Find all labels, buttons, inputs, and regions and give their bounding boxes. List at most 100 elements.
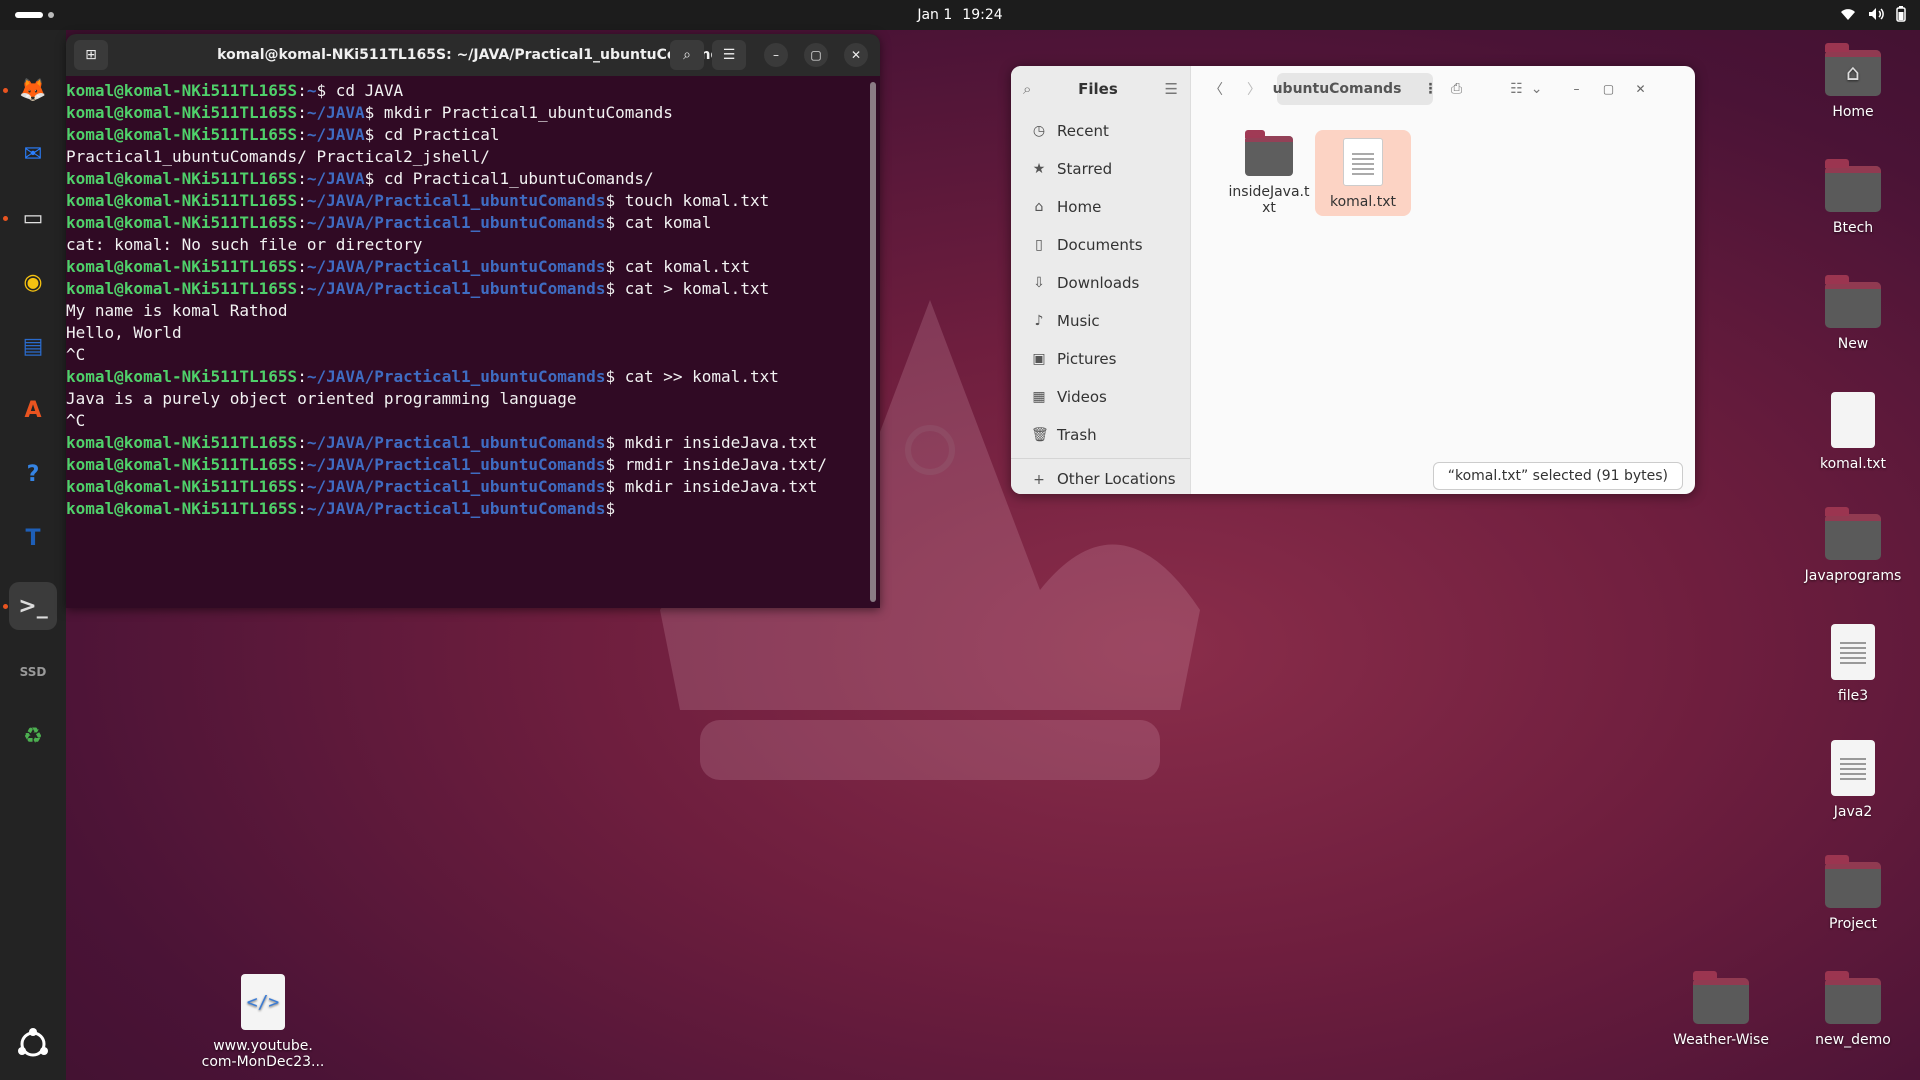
terminal-minimize-button[interactable]: – bbox=[764, 43, 788, 67]
desktop-item-komal-txt[interactable]: komal.txt bbox=[1798, 388, 1908, 472]
terminal-command-line: komal@komal-NKi511TL165S:~/JAVA/Practica… bbox=[66, 279, 770, 298]
files-app-title: Files bbox=[1078, 80, 1118, 98]
close-icon: ✕ bbox=[850, 48, 862, 62]
ssd-drive-icon[interactable]: SSD bbox=[9, 648, 57, 696]
sidebar-item-trash[interactable]: 🗑 Trash bbox=[1011, 416, 1190, 454]
terminal-icon[interactable]: >_ bbox=[9, 582, 57, 630]
help-icon[interactable]: ? bbox=[9, 450, 57, 498]
search-icon[interactable]: ⌕ bbox=[1023, 80, 1031, 98]
maximize-icon: ▢ bbox=[810, 48, 822, 62]
command-text: $ mkdir insideJava.txt bbox=[605, 433, 818, 452]
trash-icon[interactable]: ♻ bbox=[9, 712, 57, 760]
forward-icon[interactable]: 〉 bbox=[1239, 79, 1269, 99]
download-icon: ⇩ bbox=[1033, 275, 1045, 291]
sidebar-item-videos[interactable]: ▦ Videos bbox=[1011, 378, 1190, 416]
show-apps-icon[interactable] bbox=[9, 1020, 57, 1068]
hamburger-icon: ☰ bbox=[722, 47, 736, 63]
prompt-path: ~/JAVA/Practical1_ubuntuComands bbox=[306, 455, 606, 474]
prompt-user: komal@komal-NKi511TL165S bbox=[66, 103, 298, 122]
dock: 🦊 ✉ ▭ ◉ ▤ A? T >_ SSD ♻ bbox=[0, 30, 66, 1080]
desktop-item-new-demo[interactable]: new_demo bbox=[1798, 968, 1908, 1048]
prompt-user: komal@komal-NKi511TL165S bbox=[66, 169, 298, 188]
desktop-html-file[interactable]: </> www.youtube. com-MonDec23... bbox=[202, 970, 324, 1070]
list-view-icon[interactable]: ☷ bbox=[1510, 81, 1523, 97]
view-options-chevron-icon[interactable]: ⌄ bbox=[1531, 81, 1543, 97]
desktop-item-file3[interactable]: file3 bbox=[1798, 620, 1908, 704]
desktop-item-label: Weather-Wise bbox=[1673, 1032, 1769, 1048]
desktop-item-label: Project bbox=[1829, 916, 1877, 932]
sidebar-menu-icon[interactable]: ☰ bbox=[1165, 80, 1178, 98]
prompt-user: komal@komal-NKi511TL165S bbox=[66, 213, 298, 232]
new-tab-button[interactable]: ⊞ bbox=[74, 40, 108, 70]
desktop-item-weather-wise[interactable]: Weather-Wise bbox=[1666, 968, 1776, 1048]
home-folder-icon: ⌂ bbox=[1825, 43, 1881, 96]
prompt-path: ~/JAVA/Practical1_ubuntuComands bbox=[306, 367, 606, 386]
terminal-search-button[interactable]: ⌕ bbox=[670, 40, 704, 70]
files-close-button[interactable]: ✕ bbox=[1629, 77, 1653, 101]
desktop-item-label: new_demo bbox=[1815, 1032, 1891, 1048]
sidebar-item-downloads[interactable]: ⇩ Downloads bbox=[1011, 264, 1190, 302]
rhythmbox-icon[interactable]: ◉ bbox=[9, 258, 57, 306]
files-app-icon[interactable]: ▭ bbox=[9, 194, 57, 242]
activities-indicator[interactable] bbox=[15, 12, 54, 18]
desktop-item-label: Javaprograms bbox=[1804, 568, 1902, 584]
sidebar-item-pictures[interactable]: ▣ Pictures bbox=[1011, 340, 1190, 378]
sidebar-item-documents[interactable]: ▯ Documents bbox=[1011, 226, 1190, 264]
terminal-output-line: Hello, World bbox=[66, 323, 182, 342]
files-maximize-button[interactable]: ▢ bbox=[1597, 77, 1621, 101]
thunderbird-icon[interactable]: ✉ bbox=[9, 130, 57, 178]
sidebar-item-other-locations[interactable]: + Other Locations bbox=[1011, 458, 1190, 488]
prompt-user: komal@komal-NKi511TL165S bbox=[66, 81, 298, 100]
desktop-item-project[interactable]: Project bbox=[1798, 852, 1908, 932]
sidebar-item-starred[interactable]: ★ Starred bbox=[1011, 150, 1190, 188]
sidebar-item-music[interactable]: ♪ Music bbox=[1011, 302, 1190, 340]
prompt-path: ~/JAVA/Practical1_ubuntuComands bbox=[306, 499, 606, 518]
desktop-item-label: komal.txt bbox=[1820, 456, 1886, 472]
clock[interactable]: Jan 1 19:24 bbox=[917, 7, 1002, 23]
folder-icon bbox=[1245, 130, 1293, 176]
text-file-icon bbox=[1343, 138, 1383, 186]
desktop-item-javaprograms[interactable]: Javaprograms bbox=[1798, 504, 1908, 584]
desktop-item-new[interactable]: New bbox=[1798, 272, 1908, 352]
terminal-scrollbar[interactable] bbox=[870, 82, 876, 602]
desktop-item-btech[interactable]: Btech bbox=[1798, 156, 1908, 236]
files-window[interactable]: ⌕ Files ☰ ◷ Recent ★ Starred ⌂ Home ▯ Documents… bbox=[1011, 66, 1695, 494]
files-minimize-button[interactable]: – bbox=[1565, 77, 1589, 101]
desktop-item-home[interactable]: ⌂ Home bbox=[1798, 40, 1908, 120]
terminal-output-line: My name is komal Rathod bbox=[66, 301, 288, 320]
terminal-output[interactable]: komal@komal-NKi511TL165S:~$ cd JAVA komal… bbox=[66, 76, 880, 520]
command-text: $ cat >> komal.txt bbox=[605, 367, 779, 386]
command-text: $ cd Practical1_ubuntuComands/ bbox=[364, 169, 654, 188]
terminal-window[interactable]: ⊞ komal@komal-NKi511TL165S: ~/JAVA/Pract… bbox=[66, 34, 880, 608]
path-menu-icon[interactable]: ⋮ bbox=[1423, 81, 1437, 97]
path-bar[interactable]: ubuntuComands ⋮ bbox=[1273, 73, 1437, 105]
terminal-close-button[interactable]: ✕ bbox=[844, 43, 868, 67]
sidebar-item-label: Pictures bbox=[1057, 350, 1117, 368]
desktop-item-java2[interactable]: Java2 bbox=[1798, 736, 1908, 820]
app-center-icon[interactable]: A bbox=[9, 386, 57, 434]
writer-icon[interactable]: ▤ bbox=[9, 322, 57, 370]
home-icon: ⌂ bbox=[1034, 199, 1044, 215]
workspace-dot bbox=[48, 12, 54, 18]
terminal-output-line: Practical1_ubuntuComands/ Practical2_jsh… bbox=[66, 147, 490, 166]
back-icon[interactable]: 〈 bbox=[1201, 79, 1231, 99]
folder-item[interactable]: insideJava.t xt bbox=[1221, 130, 1317, 216]
date-label: Jan 1 bbox=[917, 7, 953, 23]
sidebar-item-home[interactable]: ⌂ Home bbox=[1011, 188, 1190, 226]
folder-icon bbox=[1825, 855, 1881, 908]
picture-icon: ▣ bbox=[1032, 351, 1046, 367]
minimize-icon: – bbox=[773, 48, 779, 62]
terminal-menu-button[interactable]: ☰ bbox=[712, 40, 746, 70]
file-item[interactable]: komal.txt bbox=[1315, 130, 1411, 216]
terminal-maximize-button[interactable]: ▢ bbox=[804, 43, 828, 67]
firefox-icon[interactable]: 🦊 bbox=[9, 66, 57, 114]
terminal-titlebar[interactable]: ⊞ komal@komal-NKi511TL165S: ~/JAVA/Pract… bbox=[66, 34, 880, 76]
prompt-user: komal@komal-NKi511TL165S bbox=[66, 455, 298, 474]
system-tray[interactable] bbox=[1840, 6, 1906, 26]
screenshot-icon[interactable]: ⎙ bbox=[1451, 81, 1462, 97]
sidebar-item-label: Starred bbox=[1057, 160, 1113, 178]
files-toolbar: 〈 〉 ubuntuComands ⋮ ⎙ ☷ ⌄ – ▢ ✕ bbox=[1191, 66, 1695, 112]
sidebar-item-recent[interactable]: ◷ Recent bbox=[1011, 112, 1190, 150]
typora-icon[interactable]: T bbox=[9, 514, 57, 562]
prompt-path: ~/JAVA bbox=[306, 103, 365, 122]
